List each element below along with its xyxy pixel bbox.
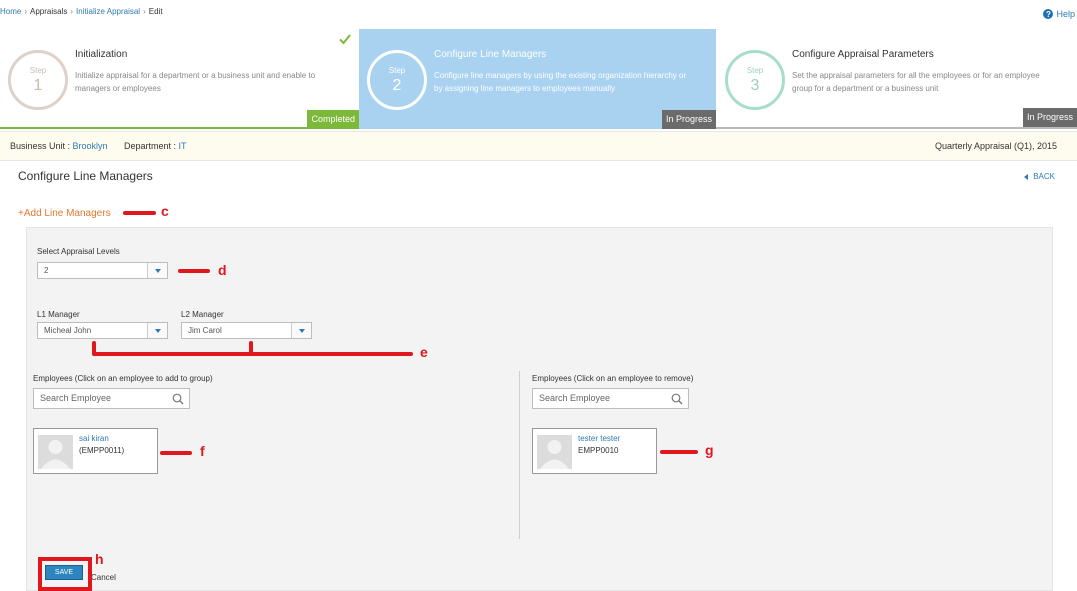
checkmark-icon — [339, 34, 351, 45]
employee-code: EMPP0010 — [578, 446, 619, 455]
annotation-label-g: g — [705, 442, 714, 458]
breadcrumb-separator: › — [24, 7, 28, 16]
annotation-label-h: h — [95, 551, 104, 567]
step-number: 1 — [33, 77, 43, 94]
dropdown-button[interactable] — [147, 323, 167, 338]
step-configure-appraisal-parameters[interactable]: Step 3 Configure Appraisal Parameters Se… — [716, 29, 1077, 129]
breadcrumb-home[interactable]: Home — [0, 7, 21, 16]
avatar — [38, 435, 73, 469]
search-icon[interactable] — [172, 393, 184, 405]
employee-card[interactable]: tester tester EMPP0010 — [532, 428, 657, 474]
available-employees-heading: Employees (Click on an employee to add t… — [33, 374, 213, 383]
page-title: Configure Line Managers — [18, 169, 153, 183]
step-number: 2 — [392, 77, 402, 94]
breadcrumb-appraisals[interactable]: Appraisals — [30, 7, 67, 16]
annotation-label-f: f — [200, 443, 205, 459]
business-unit-label: Business Unit : — [10, 141, 71, 151]
help-link[interactable]: ? Help — [1043, 9, 1075, 19]
chevron-down-icon — [154, 268, 161, 273]
selected-employees-heading: Employees (Click on an employee to remov… — [532, 374, 694, 383]
step-title: Initialization — [75, 49, 128, 60]
chevron-down-icon — [298, 328, 305, 333]
annotation-label-c: c — [161, 203, 169, 219]
department: Department : IT — [124, 132, 187, 161]
step-title: Configure Appraisal Parameters — [792, 49, 934, 60]
business-unit: Business Unit : Brooklyn — [10, 132, 108, 161]
employee-name: tester tester — [578, 434, 621, 443]
step-word: Step — [29, 66, 47, 75]
department-label: Department : — [124, 141, 177, 151]
l1-manager-value: Micheal John — [44, 326, 92, 335]
user-placeholder-icon — [41, 440, 70, 469]
department-value: IT — [178, 141, 187, 151]
annotation-line-g — [660, 450, 698, 454]
step-configure-line-managers[interactable]: Step 2 Configure Line Managers Configure… — [359, 29, 716, 129]
breadcrumb: Home › Appraisals › Initialize Appraisal › Edi… — [0, 7, 163, 16]
step-initialization[interactable]: Step 1 Initialization Initialize apprais… — [0, 29, 359, 129]
step-circle: Step 2 — [367, 50, 427, 110]
annotation-line-c — [123, 211, 156, 215]
help-label: Help — [1056, 9, 1075, 19]
annotation-box-h — [38, 557, 92, 591]
help-icon: ? — [1043, 9, 1054, 19]
cancel-link[interactable]: Cancel — [91, 573, 116, 582]
step-description: Initialize appraisal for a department or… — [75, 71, 316, 93]
step-description: Set the appraisal parameters for all the… — [792, 71, 1040, 93]
breadcrumb-initialize-appraisal[interactable]: Initialize Appraisal — [76, 7, 140, 16]
employee-name: sai kiran — [79, 434, 109, 443]
employee-card[interactable]: sai kiran (EMPP0011) — [33, 428, 158, 474]
breadcrumb-separator: › — [70, 7, 74, 16]
step-word: Step — [746, 66, 764, 75]
appraisal-info-bar: Business Unit : Brooklyn Department : IT… — [0, 131, 1077, 161]
l2-manager-select[interactable]: Jim Carol — [181, 322, 312, 339]
dropdown-button[interactable] — [291, 323, 311, 338]
business-unit-value: Brooklyn — [72, 141, 108, 151]
annotation-line-d — [178, 269, 210, 273]
step-circle: Step 3 — [725, 50, 785, 110]
breadcrumb-separator: › — [143, 7, 146, 16]
search-placeholder: Search Employee — [539, 393, 611, 403]
appraisal-levels-select[interactable]: 2 — [37, 262, 168, 279]
status-badge: In Progress — [1022, 108, 1077, 127]
l1-manager-select[interactable]: Micheal John — [37, 322, 168, 339]
breadcrumb-edit: Edit — [148, 7, 163, 16]
l1-manager-label: L1 Manager — [37, 310, 80, 319]
search-icon[interactable] — [671, 393, 683, 405]
step-circle: Step 1 — [8, 50, 68, 110]
wizard-steps: Step 1 Initialization Initialize apprais… — [0, 29, 1077, 129]
avatar — [537, 435, 572, 469]
annotation-label-d: d — [218, 262, 227, 278]
chevron-down-icon — [154, 328, 161, 333]
step-title: Configure Line Managers — [434, 49, 547, 60]
annotation-line-f — [160, 451, 192, 455]
step-description: Configure line managers by using the exi… — [434, 71, 687, 93]
back-link[interactable]: BACK — [1024, 172, 1055, 181]
appraisal-levels-value: 2 — [44, 266, 49, 275]
employee-code: (EMPP0011) — [79, 446, 125, 455]
back-label: BACK — [1033, 172, 1055, 181]
step-number: 3 — [750, 77, 760, 94]
appraisal-cycle: Quarterly Appraisal (Q1), 2015 — [934, 141, 1057, 151]
available-employee-search-input[interactable]: Search Employee — [33, 388, 190, 409]
status-badge: In Progress — [661, 110, 716, 129]
column-divider — [519, 371, 520, 539]
user-placeholder-icon — [540, 440, 569, 469]
appraisal-levels-label: Select Appraisal Levels — [37, 247, 120, 256]
dropdown-button[interactable] — [147, 263, 167, 278]
back-arrow-icon — [1024, 173, 1029, 180]
add-line-managers-link[interactable]: +Add Line Managers — [18, 208, 111, 219]
l2-manager-value: Jim Carol — [188, 326, 222, 335]
selected-employee-search-input[interactable]: Search Employee — [532, 388, 689, 409]
l2-manager-label: L2 Manager — [181, 310, 224, 319]
step-word: Step — [388, 66, 406, 75]
line-manager-config-panel: Select Appraisal Levels 2 L1 Manager Mic… — [26, 227, 1053, 591]
status-badge: Completed — [307, 110, 359, 129]
search-placeholder: Search Employee — [40, 393, 112, 403]
annotation-line-e — [92, 352, 413, 356]
annotation-label-e: e — [420, 344, 428, 360]
